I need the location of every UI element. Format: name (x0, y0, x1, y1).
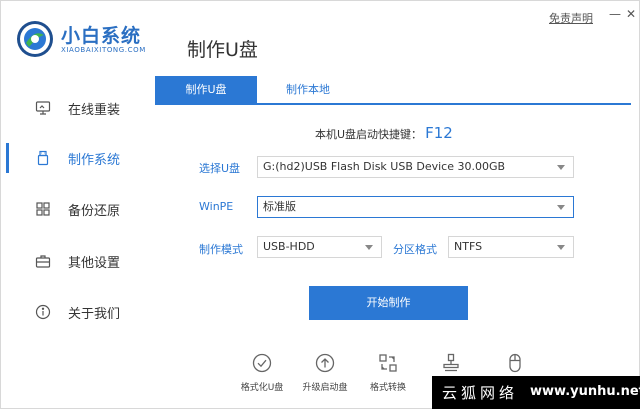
page-title: 制作U盘 (187, 39, 258, 61)
close-button[interactable]: ✕ (625, 7, 637, 21)
sidebar-item-online-reinstall[interactable]: 在线重装 (1, 88, 151, 128)
chevron-down-icon (557, 245, 565, 250)
convert-icon (379, 354, 397, 372)
format-select[interactable]: NTFS (448, 236, 574, 258)
active-indicator (6, 143, 9, 173)
watermark-en: www.yunhu.net (530, 384, 640, 399)
tool-format-usb[interactable]: 格式化U盘 (230, 353, 294, 395)
sidebar-item-label: 备份还原 (68, 204, 121, 219)
usb-icon (37, 150, 49, 166)
watermark-cn: 云狐网络 (442, 384, 519, 402)
sidebar-item-label: 在线重装 (68, 103, 121, 118)
usb-select[interactable]: G:(hd2)USB Flash Disk USB Device 30.00GB (257, 156, 574, 178)
usb-select-value: G:(hd2)USB Flash Disk USB Device 30.00GB (263, 160, 506, 173)
sidebar-item-label: 其他设置 (68, 256, 121, 271)
sidebar-item-about-us[interactable]: 关于我们 (1, 292, 151, 332)
sidebar-item-other-settings[interactable]: 其他设置 (1, 241, 151, 281)
tool-upgrade-boot[interactable]: 升级启动盘 (293, 353, 357, 395)
sidebar-item-label: 关于我们 (68, 307, 121, 322)
format-label: 分区格式 (393, 243, 437, 256)
logo-title: 小白系统 (61, 25, 142, 47)
mouse-icon (509, 353, 521, 373)
sidebar-item-backup-restore[interactable]: 备份还原 (1, 189, 151, 229)
hotkey-line: 本机U盘启动快捷键： F12 (315, 124, 453, 142)
monitor-icon (35, 101, 51, 115)
usb-label: 选择U盘 (199, 162, 241, 175)
format-select-value: NTFS (454, 240, 483, 253)
sidebar-item-make-system[interactable]: 制作系统 (1, 138, 151, 178)
tool-format-convert[interactable]: 格式转换 (356, 353, 420, 395)
winpe-label: WinPE (199, 200, 234, 213)
chevron-down-icon (557, 205, 565, 210)
tool-label: 格式转换 (369, 383, 406, 393)
logo-mark-icon (17, 21, 53, 57)
grid-icon (36, 202, 50, 216)
minimize-button[interactable]: — (609, 7, 621, 21)
chevron-down-icon (557, 165, 565, 170)
tab-make-usb[interactable]: 制作U盘 (155, 76, 257, 103)
mode-select-value: USB-HDD (263, 240, 315, 253)
upload-circle-icon (315, 353, 335, 373)
stamp-icon (443, 353, 459, 372)
tab-bar: 制作U盘 制作本地 (155, 76, 631, 105)
info-icon (35, 304, 51, 320)
logo: 小白系统 XIAOBAIXITONG.COM (15, 19, 155, 59)
sidebar: 在线重装 制作系统 备份还原 其他设置 关于我们 (1, 76, 151, 409)
winpe-select-value: 标准版 (263, 200, 296, 213)
chevron-down-icon (365, 245, 373, 250)
disclaimer-link[interactable]: 免责声明 (549, 10, 593, 26)
tool-label: 格式化U盘 (240, 383, 284, 393)
start-make-button[interactable]: 开始制作 (309, 286, 468, 320)
mode-select[interactable]: USB-HDD (257, 236, 382, 258)
logo-subtitle: XIAOBAIXITONG.COM (61, 46, 146, 54)
check-circle-icon (252, 353, 272, 373)
tool-label: 升级启动盘 (302, 383, 348, 393)
mode-label: 制作模式 (199, 243, 243, 256)
hotkey-label: 本机U盘启动快捷键： (315, 128, 423, 141)
briefcase-icon (35, 255, 51, 268)
watermark: 云狐网络 www.yunhu.net (432, 376, 640, 409)
tab-make-local[interactable]: 制作本地 (257, 76, 359, 103)
app-window: 小白系统 XIAOBAIXITONG.COM 制作U盘 免责声明 — ✕ 在线重… (0, 0, 640, 409)
sidebar-item-label: 制作系统 (68, 153, 121, 168)
hotkey-key: F12 (425, 124, 453, 142)
winpe-select[interactable]: 标准版 (257, 196, 574, 218)
